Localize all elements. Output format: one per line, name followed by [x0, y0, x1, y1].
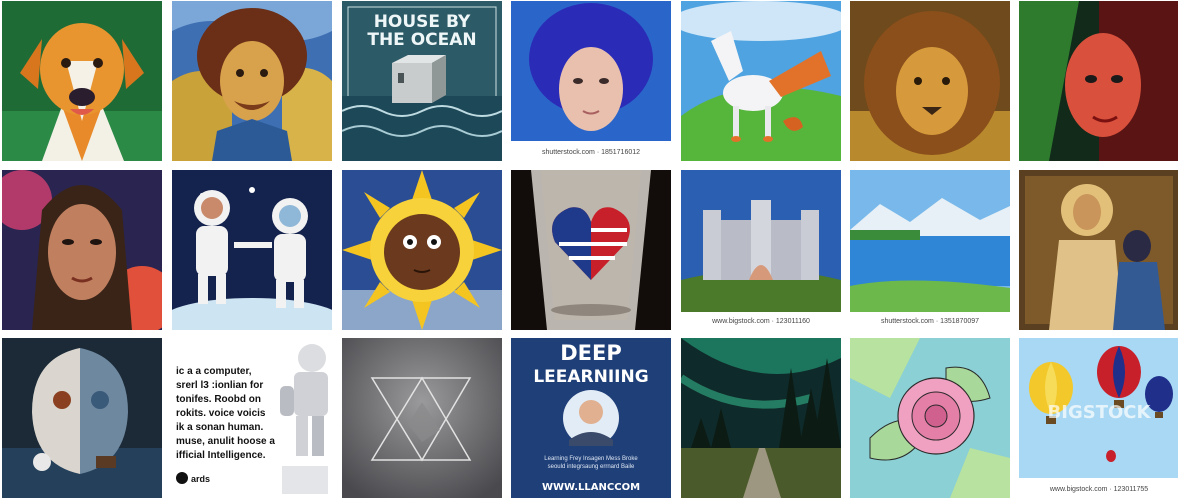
svg-text:www.bigstock.com · 123011160: www.bigstock.com · 123011160	[711, 318, 810, 325]
svg-text:THE OCEAN: THE OCEAN	[367, 30, 476, 50]
deep-learning-poster[interactable]: DEEP LEEARNIING Learning Frey Insagen Me…	[511, 338, 671, 498]
half-face-sculpture[interactable]	[2, 338, 162, 498]
svg-text:seould integrsaung errnard Bai: seould integrsaung errnard Baile	[548, 464, 635, 470]
hot-air-balloons[interactable]: BIGSTOCK www.bigstock.com · 123011755	[1019, 338, 1178, 498]
dog-painting[interactable]	[2, 1, 162, 161]
svg-text:BIGSTOCK: BIGSTOCK	[1048, 402, 1152, 423]
svg-text:ic a a computer,: ic a a computer,	[176, 366, 252, 377]
svg-text:Learning Frey Insagen Mess Bro: Learning Frey Insagen Mess Broke	[544, 456, 638, 462]
svg-text:www.bigstock.com · 123011755: www.bigstock.com · 123011755	[1049, 486, 1148, 493]
jesus-painting[interactable]	[1019, 170, 1178, 330]
forest-road-aurora[interactable]	[681, 338, 841, 498]
svg-text:tonifes. Roobd on: tonifes. Roobd on	[176, 394, 261, 405]
curly-hair-woman[interactable]: shutterstock.com · 1851716012	[511, 1, 671, 161]
svg-text:muse, anulit hoose a: muse, anulit hoose a	[176, 436, 275, 447]
svg-text:shutterstock.com · 1851716012: shutterstock.com · 1851716012	[542, 149, 640, 156]
lion-painting[interactable]	[850, 1, 1010, 161]
ai-text-robot[interactable]: ic a a computer, srerl l3 :ionlian for t…	[172, 338, 332, 498]
astronauts-cartoon[interactable]	[172, 170, 332, 330]
image-grid: HOUSE BY THE OCEAN shutterstock.com · 18…	[0, 0, 1178, 498]
abstract-woman-face[interactable]	[1019, 1, 1178, 161]
svg-text:ifficial Intelligence.: ifficial Intelligence.	[176, 450, 266, 461]
cartoon-sun[interactable]	[342, 170, 502, 330]
svg-text:WWW.LLANCCOM: WWW.LLANCCOM	[542, 482, 640, 493]
svg-text:LEEARNIING: LEEARNIING	[533, 367, 648, 387]
svg-text:ards: ards	[191, 474, 210, 484]
pegasus-cartoon[interactable]	[681, 1, 841, 161]
van-gogh-portrait[interactable]	[172, 1, 332, 161]
svg-text:HOUSE BY: HOUSE BY	[374, 12, 471, 32]
house-by-the-ocean[interactable]: HOUSE BY THE OCEAN	[342, 1, 502, 161]
svg-text:ik a sonan human.: ik a sonan human.	[176, 422, 263, 433]
svg-text:rokits. voice voicis: rokits. voice voicis	[176, 408, 266, 419]
castle-on-hill[interactable]: www.bigstock.com · 123011160	[681, 170, 841, 330]
svg-text:shutterstock.com · 1351870097: shutterstock.com · 1351870097	[881, 318, 979, 325]
colorful-woman-portrait[interactable]	[2, 170, 162, 330]
svg-text:DEEP: DEEP	[560, 341, 622, 365]
svg-text:srerl l3 :ionlian for: srerl l3 :ionlian for	[176, 380, 263, 391]
mountain-lake[interactable]: shutterstock.com · 1351870097	[850, 170, 1010, 330]
heart-flag-glass[interactable]	[511, 170, 671, 330]
geometric-triangles[interactable]	[342, 338, 502, 498]
rose-drawing[interactable]	[850, 338, 1010, 498]
